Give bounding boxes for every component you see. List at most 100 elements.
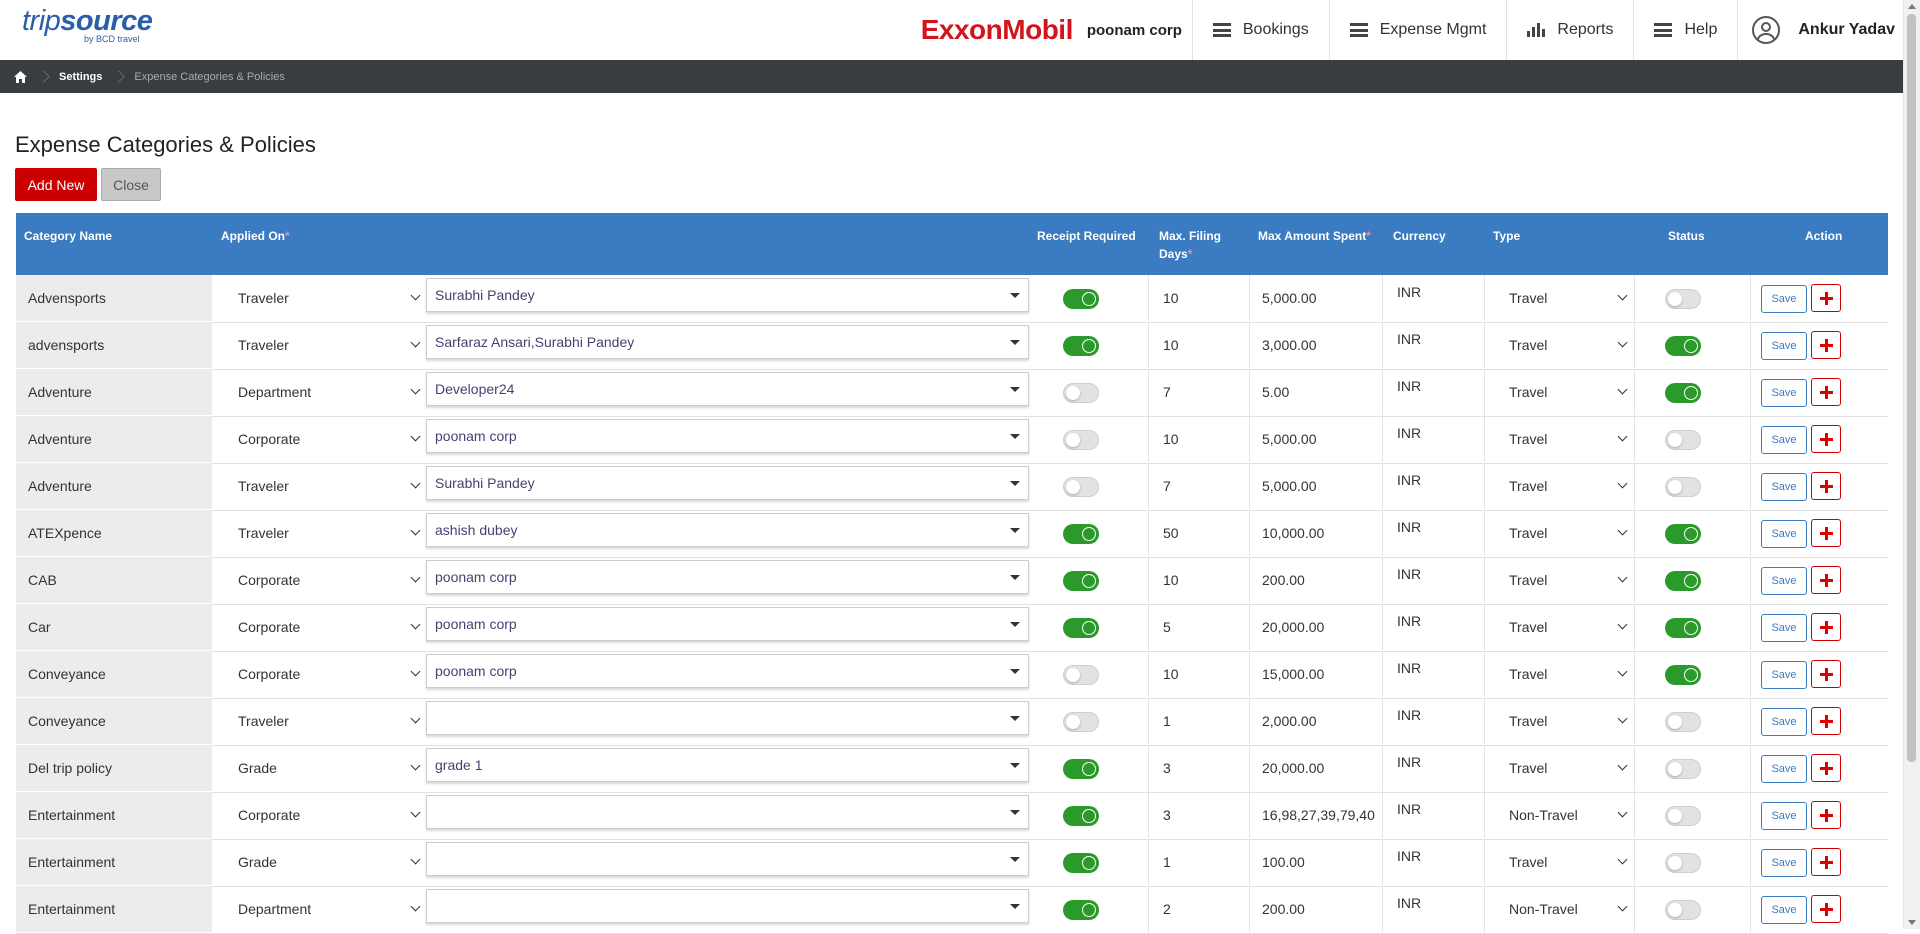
status-toggle[interactable] [1665,477,1701,497]
add-row-plus-button[interactable] [1811,566,1841,594]
status-toggle[interactable] [1665,665,1701,685]
breadcrumb-settings[interactable]: Settings [59,71,102,83]
applied-on-select[interactable]: Traveler [229,275,424,321]
type-select[interactable]: Non-Travel [1500,886,1632,932]
max-amount-spent[interactable]: 5,000.00 [1262,416,1317,462]
receipt-required-toggle[interactable] [1063,289,1099,309]
status-toggle[interactable] [1665,524,1701,544]
applied-on-select[interactable]: Traveler [229,698,424,744]
max-amount-spent[interactable]: 20,000.00 [1262,604,1324,650]
applied-on-select[interactable]: Corporate [229,557,424,603]
max-filing-days[interactable]: 7 [1163,463,1171,509]
type-select[interactable]: Non-Travel [1500,792,1632,838]
applied-on-select[interactable]: Department [229,886,424,932]
applied-to-multiselect[interactable]: poonam corp [426,419,1029,453]
type-select[interactable]: Travel [1500,510,1632,556]
applied-to-multiselect[interactable]: Surabhi Pandey [426,466,1029,500]
save-button[interactable]: Save [1761,567,1807,595]
type-select[interactable]: Travel [1500,369,1632,415]
save-button[interactable]: Save [1761,708,1807,736]
save-button[interactable]: Save [1761,614,1807,642]
save-button[interactable]: Save [1761,426,1807,454]
applied-to-multiselect[interactable] [426,701,1029,735]
type-select[interactable]: Travel [1500,275,1632,321]
receipt-required-toggle[interactable] [1063,477,1099,497]
applied-to-multiselect[interactable]: Developer24 [426,372,1029,406]
add-row-plus-button[interactable] [1811,472,1841,500]
save-button[interactable]: Save [1761,661,1807,689]
save-button[interactable]: Save [1761,473,1807,501]
save-button[interactable]: Save [1761,755,1807,783]
receipt-required-toggle[interactable] [1063,759,1099,779]
scroll-down-icon[interactable] [1908,920,1916,925]
max-amount-spent[interactable]: 16,98,27,39,79,40 [1262,792,1375,838]
add-row-plus-button[interactable] [1811,613,1841,641]
tripsource-logo[interactable]: tripsource by BCD travel [22,6,153,44]
nav-bookings[interactable]: Bookings [1191,0,1329,60]
applied-on-select[interactable]: Traveler [229,510,424,556]
max-amount-spent[interactable]: 5.00 [1262,369,1289,415]
type-select[interactable]: Travel [1500,651,1632,697]
type-select[interactable]: Travel [1500,416,1632,462]
receipt-required-toggle[interactable] [1063,853,1099,873]
type-select[interactable]: Travel [1500,745,1632,791]
applied-on-select[interactable]: Grade [229,839,424,885]
add-row-plus-button[interactable] [1811,895,1841,923]
receipt-required-toggle[interactable] [1063,524,1099,544]
applied-on-select[interactable]: Corporate [229,604,424,650]
save-button[interactable]: Save [1761,849,1807,877]
vertical-scrollbar[interactable] [1903,0,1920,929]
applied-to-multiselect[interactable]: Surabhi Pandey [426,278,1029,312]
status-toggle[interactable] [1665,571,1701,591]
applied-on-select[interactable]: Corporate [229,651,424,697]
receipt-required-toggle[interactable] [1063,430,1099,450]
applied-to-multiselect[interactable]: grade 1 [426,748,1029,782]
max-amount-spent[interactable]: 15,000.00 [1262,651,1324,697]
nav-expense-mgmt[interactable]: Expense Mgmt [1328,0,1507,60]
home-icon[interactable] [14,70,27,83]
applied-on-select[interactable]: Grade [229,745,424,791]
max-filing-days[interactable]: 10 [1163,557,1179,603]
receipt-required-toggle[interactable] [1063,383,1099,403]
applied-on-select[interactable]: Traveler [229,322,424,368]
status-toggle[interactable] [1665,853,1701,873]
applied-to-multiselect[interactable] [426,795,1029,829]
max-filing-days[interactable]: 1 [1163,698,1171,744]
add-row-plus-button[interactable] [1811,801,1841,829]
max-filing-days[interactable]: 10 [1163,275,1179,321]
status-toggle[interactable] [1665,336,1701,356]
type-select[interactable]: Travel [1500,557,1632,603]
receipt-required-toggle[interactable] [1063,571,1099,591]
receipt-required-toggle[interactable] [1063,665,1099,685]
max-filing-days[interactable]: 2 [1163,886,1171,932]
applied-on-select[interactable]: Traveler [229,463,424,509]
save-button[interactable]: Save [1761,896,1807,924]
max-amount-spent[interactable]: 100.00 [1262,839,1305,885]
applied-to-multiselect[interactable] [426,889,1029,923]
max-filing-days[interactable]: 3 [1163,745,1171,791]
nav-reports[interactable]: Reports [1506,0,1633,60]
type-select[interactable]: Travel [1500,463,1632,509]
applied-on-select[interactable]: Corporate [229,416,424,462]
status-toggle[interactable] [1665,759,1701,779]
max-amount-spent[interactable]: 5,000.00 [1262,463,1317,509]
max-filing-days[interactable]: 7 [1163,369,1171,415]
max-filing-days[interactable]: 1 [1163,839,1171,885]
add-row-plus-button[interactable] [1811,848,1841,876]
max-filing-days[interactable]: 10 [1163,651,1179,697]
type-select[interactable]: Travel [1500,322,1632,368]
add-row-plus-button[interactable] [1811,519,1841,547]
user-menu[interactable]: Ankur Yadav [1737,0,1895,60]
receipt-required-toggle[interactable] [1063,806,1099,826]
status-toggle[interactable] [1665,289,1701,309]
max-amount-spent[interactable]: 200.00 [1262,557,1305,603]
add-new-button[interactable]: Add New [15,168,97,201]
applied-to-multiselect[interactable]: Sarfaraz Ansari,Surabhi Pandey [426,325,1029,359]
applied-to-multiselect[interactable]: poonam corp [426,654,1029,688]
scroll-up-icon[interactable] [1908,4,1916,9]
add-row-plus-button[interactable] [1811,660,1841,688]
close-button[interactable]: Close [101,168,161,201]
status-toggle[interactable] [1665,900,1701,920]
applied-to-multiselect[interactable]: ashish dubey [426,513,1029,547]
status-toggle[interactable] [1665,618,1701,638]
